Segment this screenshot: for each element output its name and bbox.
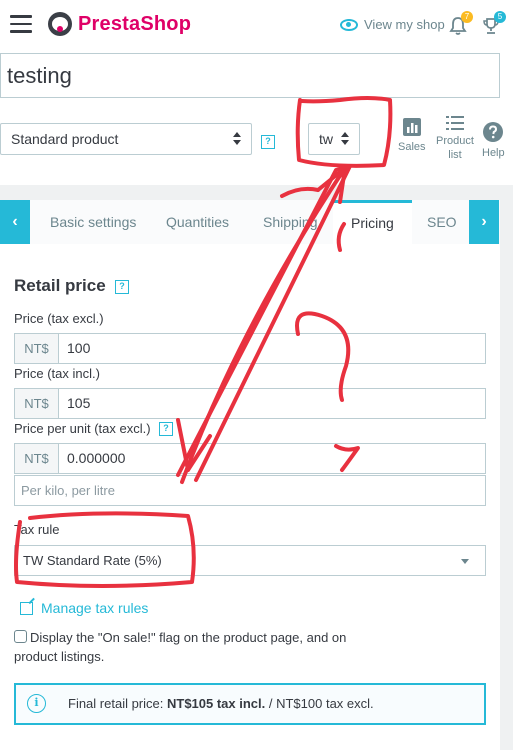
- view-my-shop-label: View my shop: [364, 17, 445, 32]
- help-button[interactable]: Help: [482, 122, 505, 160]
- price-incl-value: 105: [67, 395, 91, 411]
- currency-addon: NT$: [15, 444, 59, 473]
- top-navbar: PrestaShop View my shop 7 5: [0, 0, 513, 52]
- select-arrows-icon: [233, 132, 241, 146]
- tab-quantities[interactable]: Quantities: [166, 200, 229, 244]
- tax-rule-value: TW Standard Rate (5%): [23, 553, 162, 568]
- menu-icon[interactable]: [10, 15, 32, 33]
- manage-tax-rules-link[interactable]: Manage tax rules: [20, 600, 148, 616]
- tab-seo[interactable]: SEO: [427, 200, 457, 244]
- manage-tax-rules-label: Manage tax rules: [41, 600, 149, 616]
- caret-down-icon: [461, 559, 469, 564]
- language-value: tw: [319, 131, 333, 147]
- unit-price-input[interactable]: NT$ 0.000000: [14, 443, 486, 474]
- product-list-button[interactable]: Product list: [434, 116, 476, 162]
- price-incl-label: Price (tax incl.): [14, 366, 100, 381]
- orders-notification[interactable]: 7: [449, 11, 473, 36]
- tab-pricing[interactable]: Pricing: [333, 200, 412, 244]
- final-price-suffix: / NT$100 tax excl.: [265, 696, 374, 711]
- product-type-value: Standard product: [11, 131, 119, 147]
- on-sale-checkbox[interactable]: [14, 630, 27, 643]
- currency-addon: NT$: [15, 389, 59, 418]
- language-select[interactable]: tw: [308, 123, 360, 155]
- final-price-text: Final retail price: NT$105 tax incl. / N…: [68, 685, 374, 723]
- tab-shipping[interactable]: Shipping: [263, 200, 318, 244]
- product-list-label-2: list: [448, 149, 462, 161]
- product-type-help-icon[interactable]: ?: [261, 135, 275, 149]
- product-name-input[interactable]: testing: [0, 53, 500, 98]
- list-icon: [446, 116, 464, 130]
- product-type-select[interactable]: Standard product: [0, 123, 252, 155]
- achievements-badge: 5: [494, 11, 506, 23]
- unit-placeholder: Per kilo, per litre: [21, 483, 115, 498]
- unit-price-help-icon[interactable]: ?: [159, 422, 173, 436]
- help-label: Help: [482, 147, 505, 159]
- select-arrows-icon: [341, 132, 349, 146]
- retail-price-heading: Retail price: [14, 276, 106, 295]
- orders-badge: 7: [461, 11, 473, 23]
- logo-text: PrestaShop: [78, 12, 192, 35]
- product-list-label-1: Product: [436, 135, 474, 147]
- eye-icon: [340, 18, 358, 31]
- on-sale-label: Display the "On sale!" flag on the produ…: [14, 630, 347, 664]
- question-circle-icon: [483, 122, 504, 142]
- price-excl-input[interactable]: NT$ 100: [14, 333, 486, 364]
- final-price-alert: i Final retail price: NT$105 tax incl. /…: [14, 683, 486, 725]
- tabs-prev-button[interactable]: ‹: [0, 200, 30, 244]
- tabs-next-button[interactable]: ›: [469, 200, 499, 244]
- tax-rule-label: Tax rule: [14, 522, 60, 537]
- alert-icon-box: i: [16, 685, 56, 723]
- final-price-incl: NT$105 tax incl.: [166, 696, 266, 711]
- achievements-notification[interactable]: 5: [482, 11, 506, 36]
- tax-rule-select[interactable]: TW Standard Rate (5%): [14, 545, 486, 576]
- price-incl-input[interactable]: NT$ 105: [14, 388, 486, 419]
- retail-price-help-icon[interactable]: ?: [115, 280, 129, 294]
- currency-addon: NT$: [15, 334, 59, 363]
- unit-price-label: Price per unit (tax excl.): [14, 421, 151, 436]
- product-tabs: ‹ Basic settings Quantities Shipping Pri…: [0, 200, 500, 244]
- price-excl-label: Price (tax excl.): [14, 311, 104, 326]
- view-my-shop-link[interactable]: View my shop: [340, 17, 445, 32]
- sales-label: Sales: [398, 141, 426, 153]
- bar-chart-icon: [402, 118, 421, 136]
- external-link-icon: [20, 601, 33, 615]
- info-icon: i: [27, 694, 46, 713]
- final-price-prefix: Final retail price:: [68, 696, 167, 711]
- price-excl-value: 100: [67, 340, 91, 356]
- tab-basic-settings[interactable]: Basic settings: [50, 200, 136, 244]
- puffin-logo-icon: [48, 12, 72, 36]
- prestashop-logo[interactable]: PrestaShop: [48, 12, 191, 36]
- sales-button[interactable]: Sales: [398, 118, 426, 154]
- unit-input[interactable]: Per kilo, per litre: [14, 475, 486, 506]
- on-sale-option: Display the "On sale!" flag on the produ…: [14, 628, 374, 666]
- unit-price-value: 0.000000: [67, 450, 126, 466]
